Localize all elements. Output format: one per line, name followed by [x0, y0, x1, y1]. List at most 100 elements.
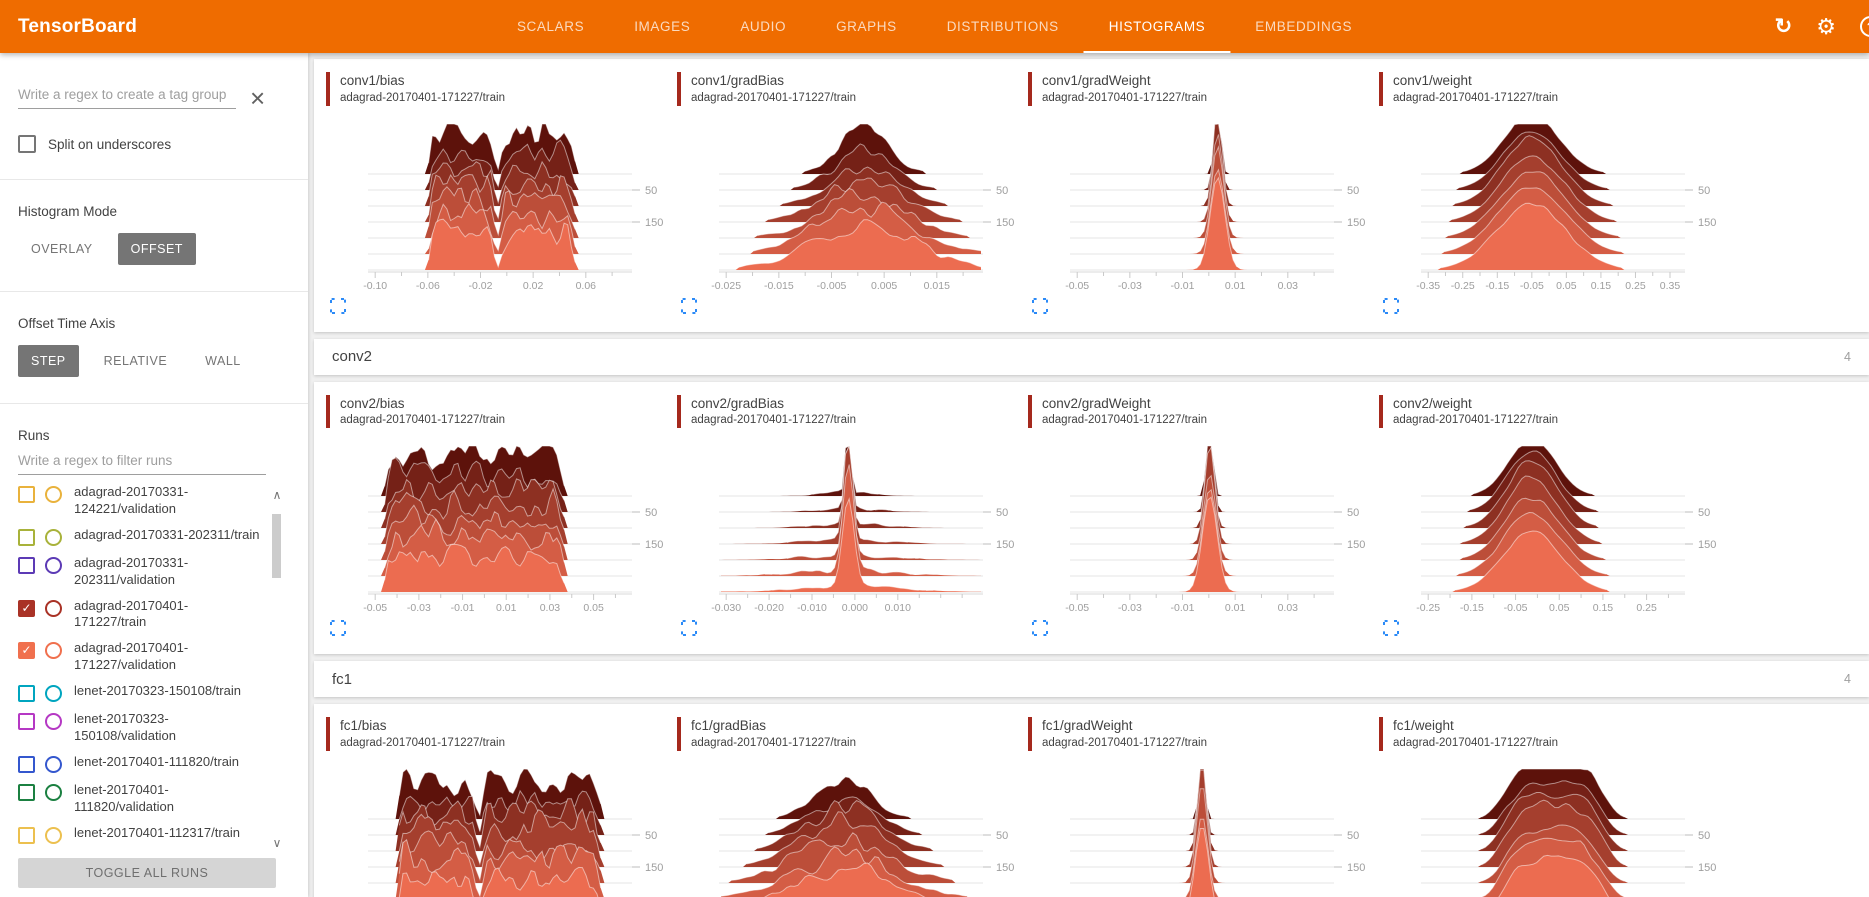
svg-text:-0.05: -0.05 [363, 602, 387, 614]
refresh-icon[interactable]: ↻ [1775, 16, 1793, 37]
run-row[interactable]: lenet-20170401-111820/validation [18, 782, 260, 816]
run-row[interactable]: adagrad-20170331-124221/validation [18, 484, 260, 518]
run-row[interactable]: ✓adagrad-20170401-171227/validation [18, 640, 260, 674]
group-header-conv2[interactable]: conv24 [314, 339, 1869, 375]
scrollbar-thumb[interactable] [272, 514, 281, 578]
run-row[interactable]: lenet-20170401-112317/train [18, 825, 260, 844]
run-radio[interactable] [45, 756, 62, 773]
chart-run-name: adagrad-20170401-171227/train [691, 90, 856, 106]
chart-group-conv2: conv2/biasadagrad-20170401-171227/train5… [314, 382, 1869, 655]
expand-icon[interactable] [681, 620, 697, 636]
chevron-up-icon[interactable]: ∧ [270, 488, 284, 502]
expand-icon[interactable] [1383, 620, 1399, 636]
chart-title: conv2/gradWeight [1042, 395, 1207, 413]
svg-text:50: 50 [1347, 507, 1359, 519]
chevron-down-icon[interactable]: ∨ [270, 836, 284, 850]
option-wall[interactable]: WALL [192, 345, 254, 377]
run-label: lenet-20170401-111820/train [74, 754, 239, 773]
run-radio[interactable] [45, 486, 62, 503]
run-row[interactable]: adagrad-20170331-202311/train [18, 527, 260, 546]
run-label: adagrad-20170331-124221/validation [74, 484, 260, 518]
svg-text:0.06: 0.06 [576, 280, 597, 292]
run-radio[interactable] [45, 600, 62, 617]
tab-distributions[interactable]: DISTRIBUTIONS [922, 0, 1084, 53]
option-offset[interactable]: OFFSET [118, 233, 196, 265]
run-checkbox[interactable] [18, 713, 35, 730]
run-radio[interactable] [45, 685, 62, 702]
run-radio[interactable] [45, 642, 62, 659]
option-relative[interactable]: RELATIVE [91, 345, 181, 377]
svg-text:150: 150 [996, 862, 1014, 874]
histogram-ridgeline-plot: 50150 [1042, 765, 1372, 897]
app-title: TensorBoard [18, 16, 137, 38]
tab-scalars[interactable]: SCALARS [492, 0, 609, 53]
svg-text:-0.01: -0.01 [1171, 602, 1195, 614]
expand-icon[interactable] [1032, 298, 1048, 314]
help-icon[interactable]: ? [1860, 16, 1869, 37]
chart-color-bar [1379, 72, 1383, 106]
run-radio[interactable] [45, 784, 62, 801]
run-checkbox[interactable] [18, 784, 35, 801]
run-row[interactable]: adagrad-20170331-202311/validation [18, 555, 260, 589]
runs-regex-input[interactable] [18, 449, 266, 475]
run-label: adagrad-20170401-171227/train [74, 598, 260, 632]
run-checkbox[interactable]: ✓ [18, 600, 35, 617]
split-underscores-checkbox[interactable] [18, 135, 36, 153]
run-checkbox[interactable] [18, 756, 35, 773]
svg-text:0.03: 0.03 [1278, 280, 1299, 292]
settings-gear-icon[interactable]: ⚙ [1816, 16, 1836, 38]
histogram-ridgeline-plot: 50150-0.05-0.03-0.010.010.03 [1042, 120, 1372, 292]
svg-text:-0.05: -0.05 [1520, 280, 1544, 292]
tag-group-regex-input[interactable] [18, 83, 236, 109]
run-radio[interactable] [45, 713, 62, 730]
close-icon[interactable]: × [250, 87, 265, 109]
svg-text:-0.03: -0.03 [407, 602, 431, 614]
chart-title-block: fc1/weightadagrad-20170401-171227/train [1379, 717, 1730, 751]
chart-color-bar [1028, 72, 1032, 106]
svg-text:0.25: 0.25 [1636, 602, 1657, 614]
option-overlay[interactable]: OVERLAY [18, 233, 106, 265]
expand-icon[interactable] [330, 298, 346, 314]
run-checkbox[interactable] [18, 685, 35, 702]
chart-color-bar [1028, 395, 1032, 429]
run-checkbox[interactable]: ✓ [18, 642, 35, 659]
run-row[interactable]: lenet-20170323-150108/train [18, 683, 260, 702]
run-radio[interactable] [45, 557, 62, 574]
run-checkbox[interactable] [18, 529, 35, 546]
run-checkbox[interactable] [18, 557, 35, 574]
run-checkbox[interactable] [18, 827, 35, 844]
histogram-mode-options: OVERLAY OFFSET [18, 233, 290, 265]
option-step[interactable]: STEP [18, 345, 79, 377]
expand-icon[interactable] [681, 298, 697, 314]
expand-icon[interactable] [330, 620, 346, 636]
chart-card: conv2/gradBiasadagrad-20170401-171227/tr… [677, 395, 1028, 637]
svg-text:-0.05: -0.05 [1065, 602, 1089, 614]
expand-icon[interactable] [1383, 298, 1399, 314]
svg-text:0.03: 0.03 [540, 602, 561, 614]
chart-run-name: adagrad-20170401-171227/train [1042, 735, 1207, 751]
tab-embeddings[interactable]: EMBEDDINGS [1230, 0, 1377, 53]
run-row[interactable]: lenet-20170401-111820/train [18, 754, 260, 773]
tab-histograms[interactable]: HISTOGRAMS [1084, 0, 1231, 53]
tab-graphs[interactable]: GRAPHS [811, 0, 922, 53]
svg-text:-0.01: -0.01 [1171, 280, 1195, 292]
toggle-all-runs-button[interactable]: TOGGLE ALL RUNS [18, 858, 276, 888]
run-checkbox[interactable] [18, 486, 35, 503]
svg-text:0.01: 0.01 [1225, 602, 1246, 614]
tab-images[interactable]: IMAGES [609, 0, 715, 53]
run-radio[interactable] [45, 827, 62, 844]
chart-color-bar [326, 395, 330, 429]
svg-text:0.25: 0.25 [1625, 280, 1646, 292]
svg-text:50: 50 [996, 185, 1008, 197]
chart-run-name: adagrad-20170401-171227/train [340, 735, 505, 751]
group-header-fc1[interactable]: fc14 [314, 661, 1869, 697]
svg-text:0.03: 0.03 [1278, 602, 1299, 614]
svg-text:-0.05: -0.05 [1065, 280, 1089, 292]
chart-title: fc1/gradWeight [1042, 717, 1207, 735]
tab-audio[interactable]: AUDIO [715, 0, 811, 53]
run-row[interactable]: ✓ adagrad-20170401-171227/train [18, 598, 260, 632]
run-radio[interactable] [45, 529, 62, 546]
run-row[interactable]: lenet-20170323-150108/validation [18, 711, 260, 745]
expand-icon[interactable] [1032, 620, 1048, 636]
topbar-icons: ↻ ⚙ ? [1751, 16, 1869, 38]
